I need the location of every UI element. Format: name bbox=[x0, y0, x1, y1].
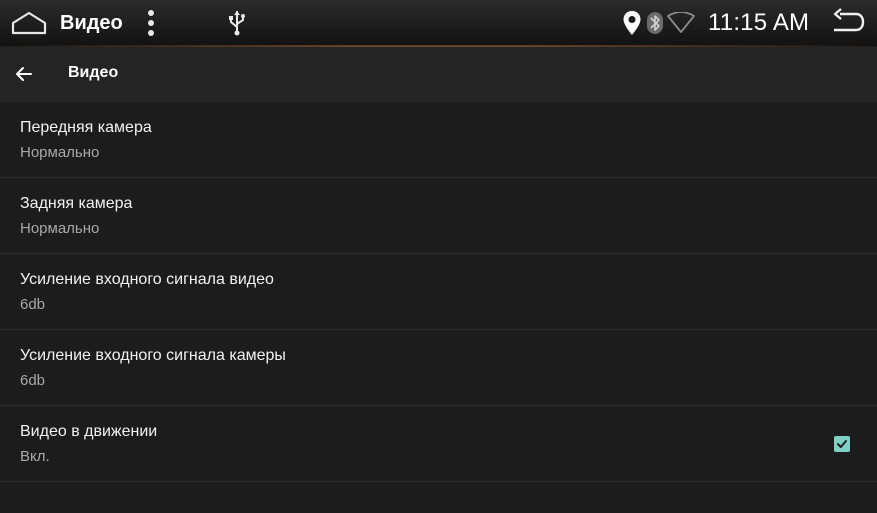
setting-summary: Нормально bbox=[20, 144, 100, 161]
setting-summary: 6db bbox=[20, 372, 46, 389]
setting-title: Видео в движении bbox=[20, 423, 158, 440]
app-title: Видео bbox=[60, 11, 123, 34]
video-in-motion-checkbox[interactable] bbox=[834, 436, 850, 452]
checkmark-icon bbox=[837, 440, 847, 448]
more-vertical-icon[interactable] bbox=[142, 8, 160, 38]
back-arrow-icon[interactable] bbox=[830, 8, 866, 38]
arrow-left-icon[interactable] bbox=[10, 62, 38, 86]
setting-front-camera[interactable]: Передняя камера Нормально bbox=[0, 102, 877, 178]
page-title: Видео bbox=[68, 64, 119, 81]
toolbar: Видео bbox=[0, 47, 877, 102]
setting-video-input-gain[interactable]: Усиление входного сигнала видео 6db bbox=[0, 254, 877, 330]
setting-summary: 6db bbox=[20, 296, 46, 313]
wifi-icon bbox=[666, 12, 696, 34]
setting-title: Усиление входного сигнала камеры bbox=[20, 347, 286, 364]
setting-camera-input-gain[interactable]: Усиление входного сигнала камеры 6db bbox=[0, 330, 877, 406]
home-icon[interactable] bbox=[10, 10, 48, 36]
setting-title: Усиление входного сигнала видео bbox=[20, 271, 274, 288]
setting-video-in-motion[interactable]: Видео в движении Вкл. bbox=[0, 406, 877, 482]
setting-title: Задняя камера bbox=[20, 195, 133, 212]
bluetooth-icon bbox=[646, 11, 664, 35]
setting-title: Передняя камера bbox=[20, 119, 152, 136]
clock: 11:15 AM bbox=[708, 9, 810, 36]
setting-summary: Нормально bbox=[20, 220, 100, 237]
settings-list: Передняя камера Нормально Задняя камера … bbox=[0, 102, 877, 482]
setting-summary: Вкл. bbox=[20, 448, 50, 465]
setting-rear-camera[interactable]: Задняя камера Нормально bbox=[0, 178, 877, 254]
location-pin-icon bbox=[622, 10, 642, 36]
status-bar: Видео 11:15 AM bbox=[0, 0, 877, 46]
usb-icon bbox=[226, 9, 248, 37]
